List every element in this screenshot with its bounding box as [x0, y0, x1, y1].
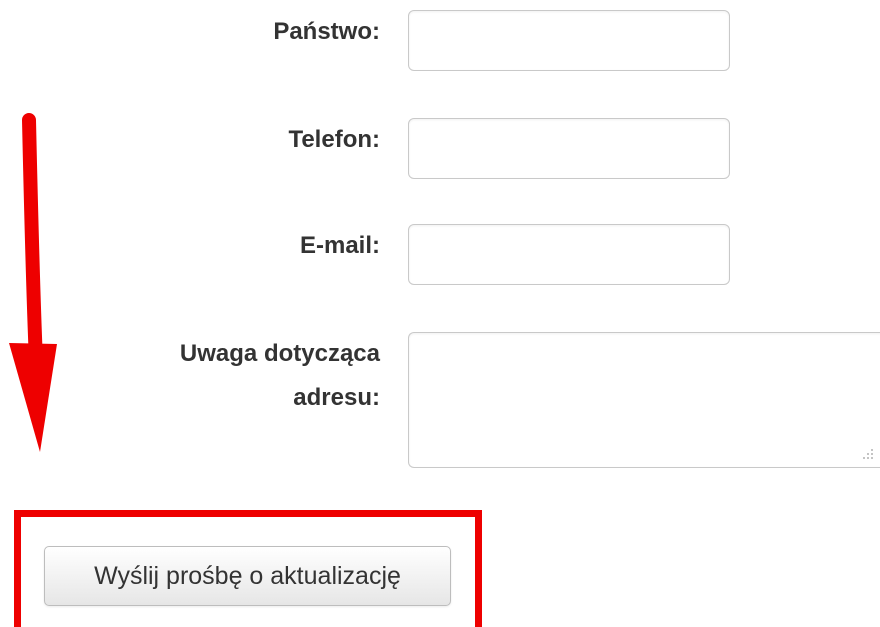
phone-input[interactable] — [408, 118, 730, 179]
address-note-label: Uwaga dotycząca adresu: — [180, 332, 380, 420]
email-label: E-mail: — [299, 232, 380, 259]
submit-update-request-button[interactable]: Wyślij prośbę o aktualizację — [44, 546, 451, 606]
arrow-down-icon — [9, 113, 57, 452]
address-note-textarea[interactable] — [408, 332, 880, 468]
address-note-label-line2: adresu: — [293, 384, 380, 411]
update-request-form: Państwo: Telefon: E-mail: Uwaga dotycząc… — [0, 0, 880, 627]
country-input[interactable] — [408, 10, 730, 71]
email-input[interactable] — [408, 224, 730, 285]
resize-grip-icon[interactable] — [862, 448, 874, 460]
address-note-label-line1: Uwaga dotycząca — [179, 340, 380, 367]
phone-label: Telefon: — [288, 126, 380, 153]
country-label: Państwo: — [273, 18, 380, 45]
